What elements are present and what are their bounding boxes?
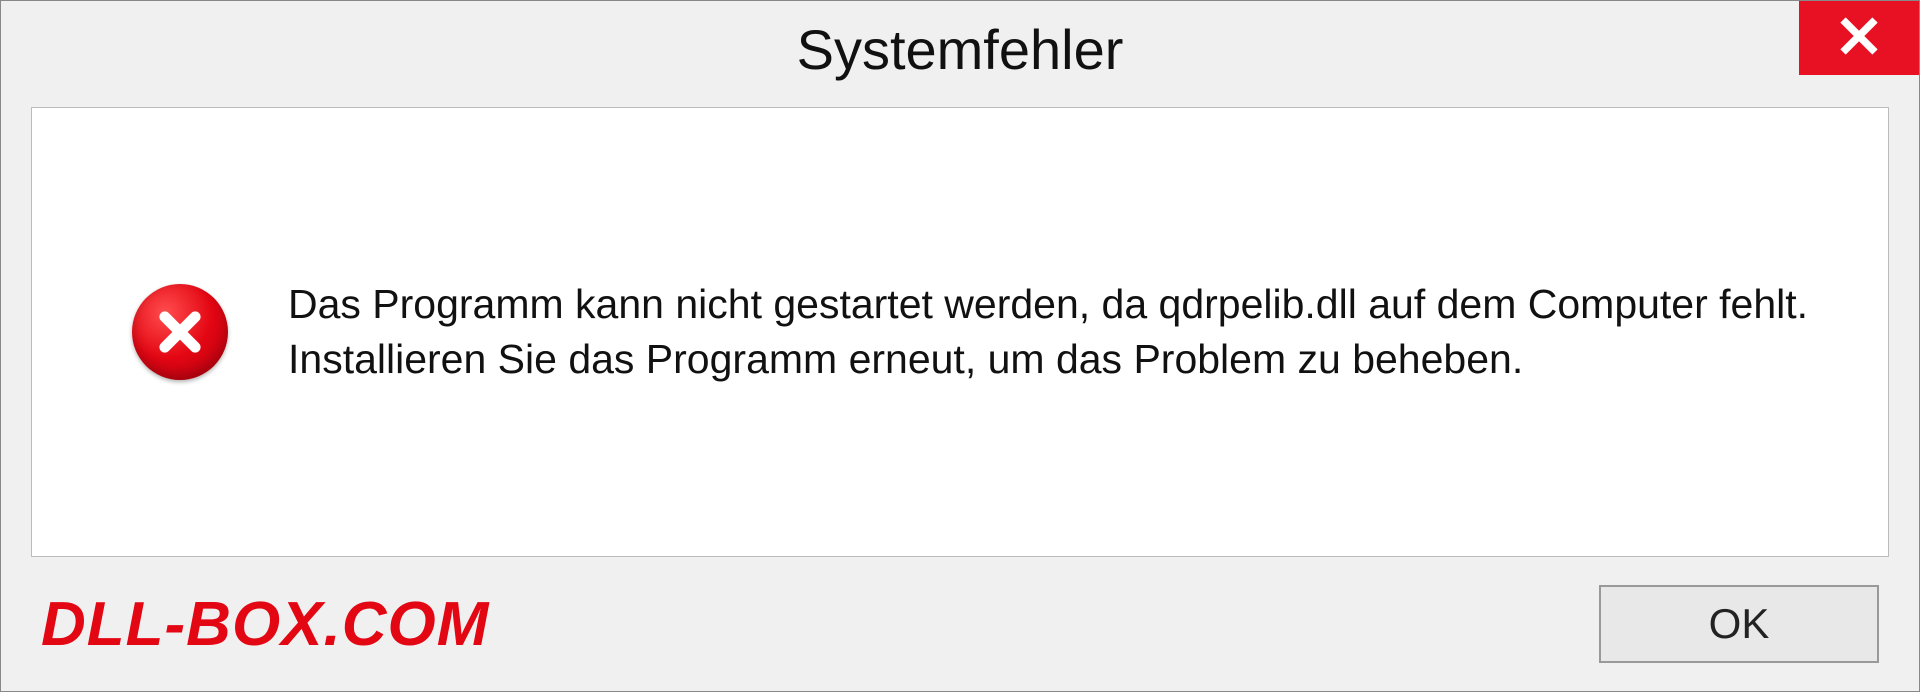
error-message: Das Programm kann nicht gestartet werden… — [288, 277, 1828, 388]
error-dialog: Systemfehler Das Programm kann nicht ges… — [0, 0, 1920, 692]
content-area: Das Programm kann nicht gestartet werden… — [31, 107, 1889, 557]
ok-button[interactable]: OK — [1599, 585, 1879, 663]
close-button[interactable] — [1799, 1, 1919, 75]
close-icon — [1839, 16, 1879, 61]
ok-button-label: OK — [1709, 600, 1770, 648]
error-icon — [132, 284, 228, 380]
titlebar: Systemfehler — [1, 1, 1919, 97]
dialog-footer: DLL-BOX.COM OK — [1, 557, 1919, 691]
dialog-title: Systemfehler — [797, 17, 1124, 82]
watermark-text: DLL-BOX.COM — [41, 589, 489, 660]
